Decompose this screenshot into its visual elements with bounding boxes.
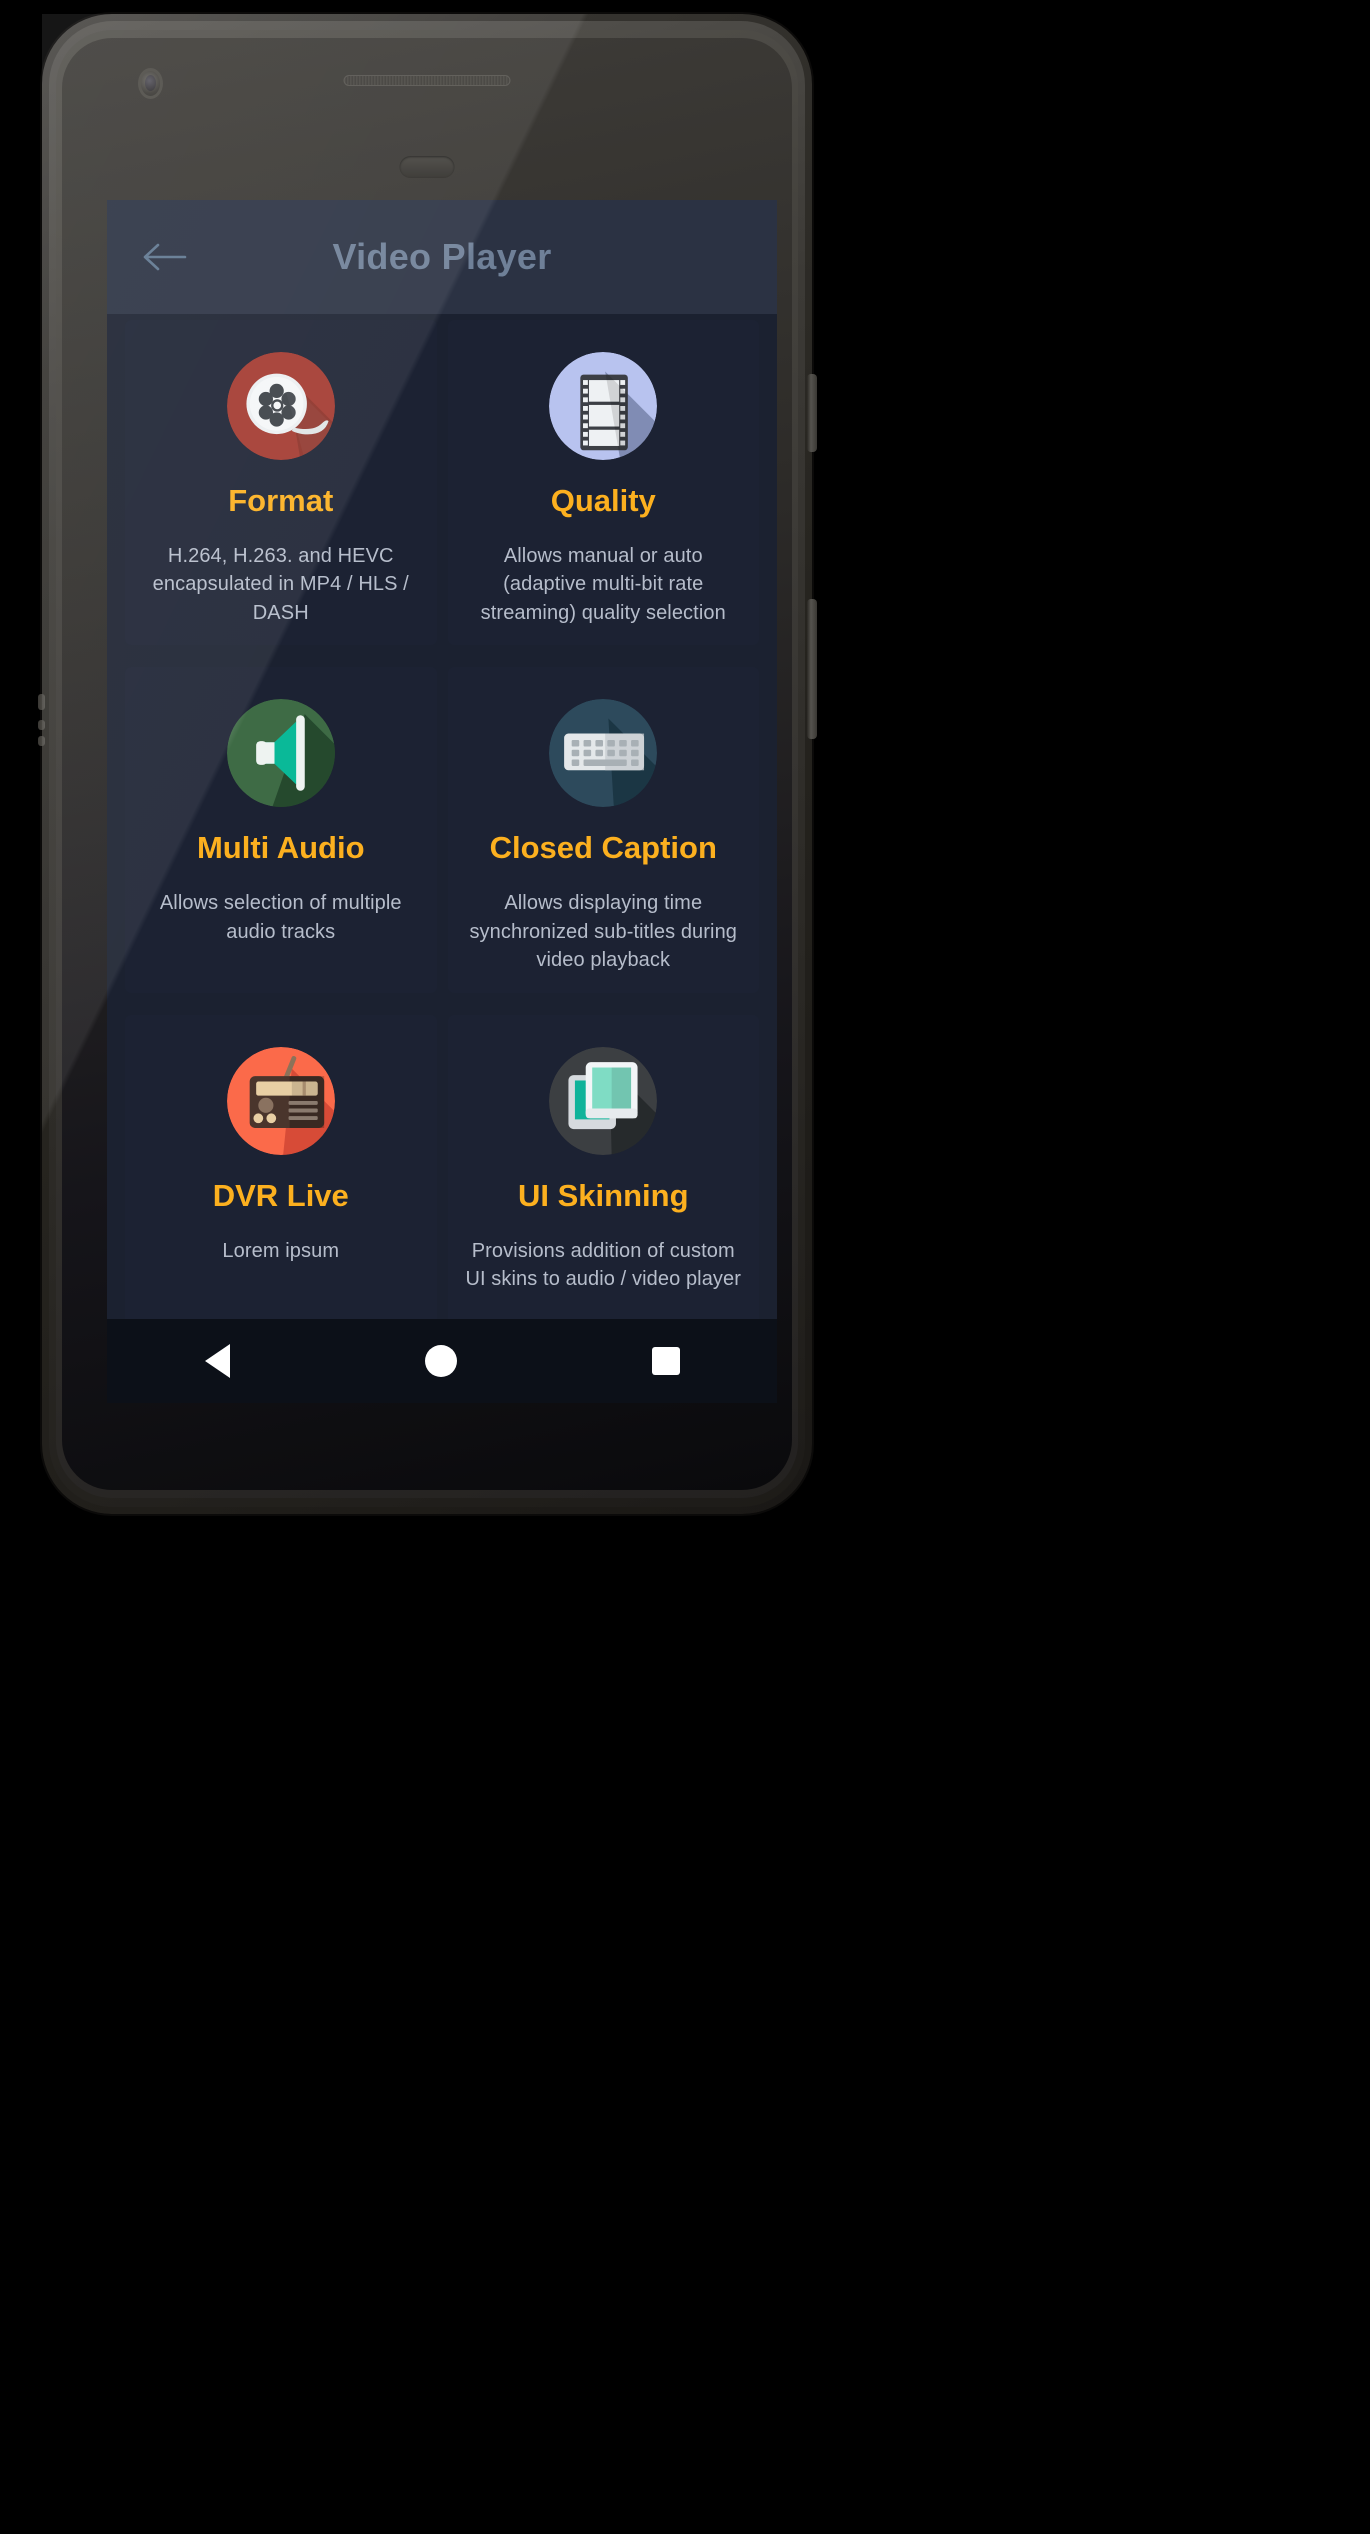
left-side-button-3[interactable] xyxy=(38,736,45,746)
page-title: Video Player xyxy=(332,236,552,277)
film-strip-icon xyxy=(549,352,658,460)
left-side-button-1[interactable] xyxy=(38,694,45,710)
nav-recents-icon[interactable] xyxy=(651,1347,680,1375)
film-reel-icon xyxy=(226,352,335,460)
card-description: Provisions addition of custom UI skins t… xyxy=(465,1239,742,1291)
power-button[interactable] xyxy=(807,599,817,739)
card-title: Format xyxy=(228,483,334,518)
card-description: Allows selection of multiple audio track… xyxy=(159,892,402,943)
back-arrow-icon[interactable] xyxy=(141,240,187,274)
earpiece-speaker-icon xyxy=(343,75,511,86)
keyboard-icon xyxy=(549,699,658,808)
nav-back-icon[interactable] xyxy=(204,1344,230,1378)
card-description: Allows displaying time synchronized sub-… xyxy=(469,892,738,972)
feature-card-multi-audio[interactable]: Multi Audio Allows selection of multiple… xyxy=(125,667,437,993)
speaker-volume-icon xyxy=(226,699,335,808)
card-title: Quality xyxy=(550,483,656,518)
feature-grid: Format H.264, H.263. and HEVC encapsulat… xyxy=(107,314,777,1340)
feature-row-3: DVR Live Lorem ipsum UI Skinning Provisi… xyxy=(125,1014,759,1340)
home-indicator-icon xyxy=(399,156,455,178)
card-title: DVR Live xyxy=(212,1177,349,1213)
feature-card-closed-caption[interactable]: Closed Caption Allows displaying time sy… xyxy=(447,667,759,993)
volume-button[interactable] xyxy=(807,374,817,452)
radio-icon xyxy=(226,1046,335,1155)
feature-row-2: Multi Audio Allows selection of multiple… xyxy=(125,667,759,993)
front-camera-icon xyxy=(138,68,163,99)
feature-card-ui-skinning[interactable]: UI Skinning Provisions addition of custo… xyxy=(447,1014,759,1340)
nav-home-icon[interactable] xyxy=(424,1345,457,1377)
left-side-button-2[interactable] xyxy=(38,720,45,730)
card-title: Multi Audio xyxy=(196,830,365,866)
feature-row-1: Format H.264, H.263. and HEVC encapsulat… xyxy=(125,320,759,646)
feature-card-format[interactable]: Format H.264, H.263. and HEVC encapsulat… xyxy=(125,320,437,646)
android-navigation-bar xyxy=(107,1319,777,1403)
card-description: H.264, H.263. and HEVC encapsulated in M… xyxy=(152,545,409,624)
app-screen: Video Player Format H.264, H.263. and HE… xyxy=(107,200,777,1403)
app-bar: Video Player xyxy=(107,200,777,314)
feature-card-dvr-live[interactable]: DVR Live Lorem ipsum xyxy=(125,1014,437,1340)
card-description: Allows manual or auto (adaptive multi-bi… xyxy=(480,545,726,624)
phone-device: Video Player Format H.264, H.263. and HE… xyxy=(38,14,817,1514)
card-description: Lorem ipsum xyxy=(222,1239,340,1262)
card-title: Closed Caption xyxy=(489,830,717,866)
skins-frames-icon xyxy=(549,1046,658,1155)
phone-glass: Video Player Format H.264, H.263. and HE… xyxy=(62,38,792,1490)
feature-card-quality[interactable]: Quality Allows manual or auto (adaptive … xyxy=(447,320,759,646)
card-title: UI Skinning xyxy=(518,1177,689,1213)
